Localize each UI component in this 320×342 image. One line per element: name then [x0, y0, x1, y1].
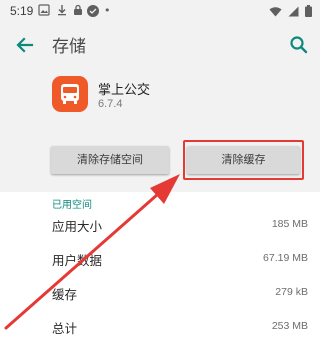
row-label: 总计 — [52, 321, 78, 336]
storage-row-cache: 缓存 279 kB — [0, 276, 320, 310]
status-time: 5:19 — [10, 4, 34, 18]
app-version: 6.7.4 — [98, 98, 123, 110]
highlight-box — [183, 140, 304, 180]
app-name: 掌上公交 — [98, 83, 151, 98]
bus-icon — [61, 84, 79, 104]
row-value: 253 MB — [271, 320, 308, 332]
lock-icon — [74, 4, 82, 15]
status-icons — [269, 5, 312, 17]
storage-row-app-size: 应用大小 185 MB — [0, 208, 320, 242]
page-title: 存储 — [52, 37, 86, 57]
image-icon — [38, 4, 50, 16]
app-header: 掌上公交 6.7.4 — [0, 68, 320, 124]
row-value: 185 MB — [271, 218, 308, 230]
download-icon — [58, 5, 66, 16]
more-notifications-icon: • — [104, 4, 111, 17]
row-label: 缓存 — [52, 287, 78, 302]
clear-storage-button[interactable]: 清除存储空间 — [51, 146, 169, 174]
row-label: 应用大小 — [52, 219, 103, 234]
row-value: 67.19 MB — [263, 252, 308, 264]
app-bar: 存储 — [0, 22, 320, 68]
actions-panel: 清除存储空间 清除缓存 — [0, 124, 320, 192]
row-label: 用户数据 — [52, 253, 103, 268]
wifi-icon — [269, 6, 282, 16]
app-logo — [52, 76, 88, 112]
signal-icon — [288, 6, 299, 16]
vpn-icon — [87, 5, 99, 17]
storage-row-user-data: 用户数据 67.19 MB — [0, 242, 320, 276]
back-arrow-icon[interactable] — [10, 30, 40, 60]
search-icon[interactable] — [284, 30, 314, 60]
status-bar: 5:19 • — [0, 0, 320, 22]
row-value: 279 kB — [275, 286, 308, 298]
storage-row-total: 总计 253 MB — [0, 310, 320, 342]
battery-icon — [305, 5, 312, 17]
